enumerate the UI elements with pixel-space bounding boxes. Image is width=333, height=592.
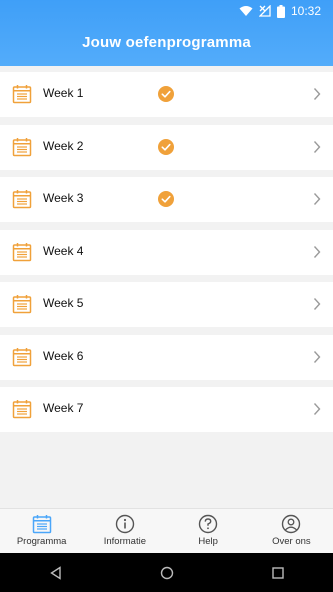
calendar-icon — [12, 347, 32, 366]
info-icon — [115, 514, 135, 534]
calendar-icon — [12, 295, 32, 314]
week-label: Week 3 — [43, 191, 84, 205]
chevron-right-icon — [313, 350, 321, 363]
calendar-icon — [12, 400, 32, 419]
nav-programma[interactable]: Programma — [0, 509, 83, 554]
week-label: Week 2 — [43, 138, 84, 153]
system-navigation-bar — [0, 553, 333, 592]
check-circle-icon — [158, 138, 174, 155]
page-title: Jouw oefenprogramma — [82, 34, 251, 51]
help-icon — [198, 514, 218, 534]
app-header: 10:32 Jouw oefenprogramma — [0, 0, 333, 66]
week-row-7[interactable]: Week 7 — [0, 387, 333, 432]
week-row-6[interactable]: Week 6 — [0, 334, 333, 380]
week-row-5[interactable]: Week 5 — [0, 282, 333, 327]
calendar-icon — [12, 85, 32, 104]
chevron-right-icon — [313, 140, 321, 153]
chevron-right-icon — [313, 298, 321, 310]
calendar-icon — [32, 515, 51, 534]
week-label: Week 4 — [43, 243, 84, 258]
calendar-icon — [12, 137, 32, 156]
chevron-right-icon — [313, 88, 321, 100]
chevron-right-icon — [313, 403, 321, 415]
calendar-icon — [12, 242, 32, 261]
back-icon[interactable] — [49, 565, 63, 580]
recents-icon[interactable] — [272, 566, 284, 579]
status-time: 10:32 — [290, 4, 321, 18]
user-icon — [282, 514, 301, 534]
week-label: Week 7 — [43, 401, 84, 415]
home-icon[interactable] — [160, 566, 174, 580]
nav-informatie-label: Informatie — [103, 536, 146, 547]
check-circle-icon — [158, 86, 174, 102]
calendar-icon — [12, 190, 32, 209]
check-circle-icon — [158, 191, 174, 207]
nav-help[interactable]: Help — [167, 509, 250, 554]
week-label: Week 1 — [43, 86, 84, 100]
week-list: Week 1 Week 2 Week 3 Week 4 Week 5 Week … — [0, 72, 333, 440]
week-row-1[interactable]: Week 1 — [0, 72, 333, 117]
bottom-navigation: Programma Informatie Help Over ons — [0, 508, 333, 554]
nav-programma-label: Programma — [16, 536, 67, 547]
battery-icon — [276, 4, 285, 18]
status-bar: 10:32 — [0, 0, 333, 22]
nav-informatie[interactable]: Informatie — [83, 509, 166, 554]
week-label: Week 6 — [43, 348, 84, 363]
week-row-2[interactable]: Week 2 — [0, 124, 333, 170]
nav-over-ons[interactable]: Over ons — [250, 509, 333, 554]
chevron-right-icon — [313, 193, 321, 205]
nav-help-label: Help — [198, 536, 218, 547]
chevron-right-icon — [313, 245, 321, 258]
no-signal-icon — [258, 5, 271, 17]
week-row-3[interactable]: Week 3 — [0, 177, 333, 222]
week-row-4[interactable]: Week 4 — [0, 229, 333, 275]
nav-over-ons-label: Over ons — [272, 536, 311, 547]
wifi-icon — [239, 6, 253, 16]
week-label: Week 5 — [43, 296, 84, 310]
